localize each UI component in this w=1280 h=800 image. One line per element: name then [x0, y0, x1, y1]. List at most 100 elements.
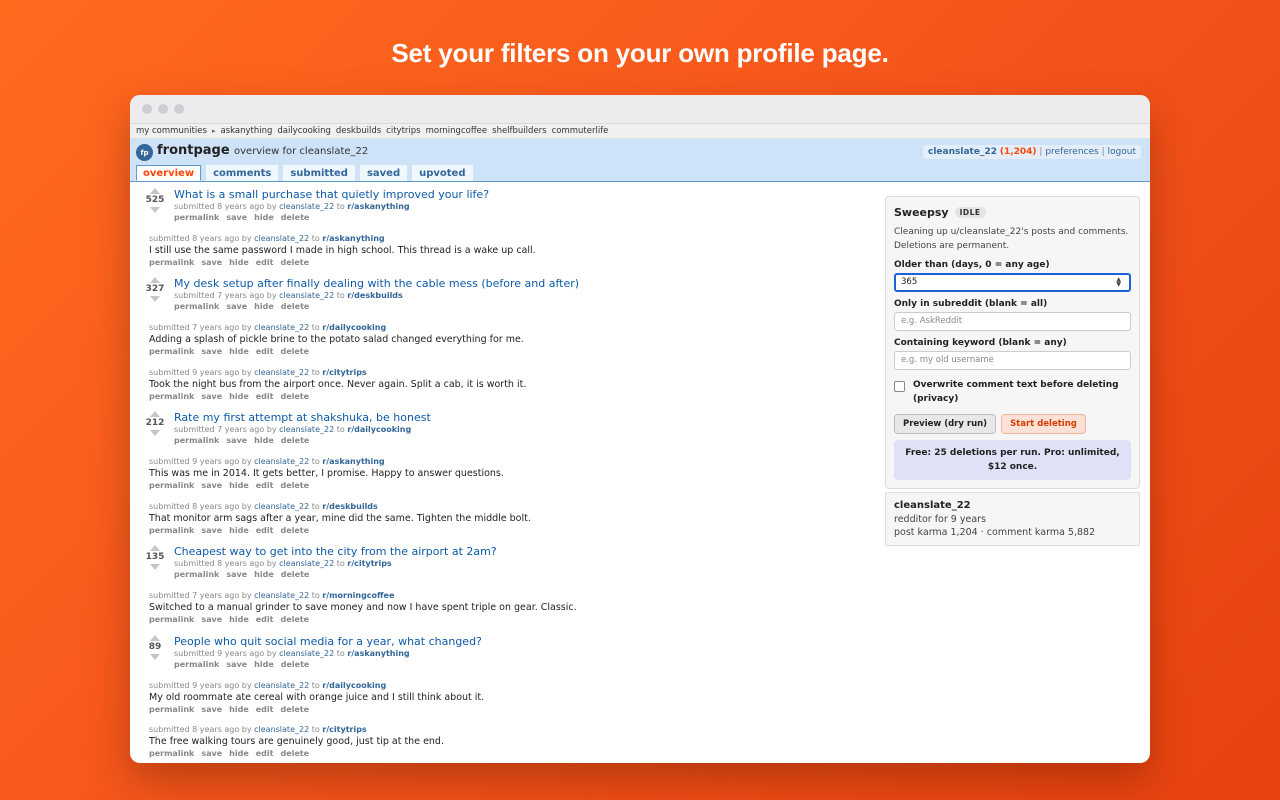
save-button[interactable]: save — [226, 569, 247, 581]
overwrite-checkbox[interactable] — [894, 381, 905, 392]
author-link[interactable]: cleanslate_22 — [279, 291, 334, 300]
window-zoom-button[interactable] — [174, 104, 184, 114]
permalink-button[interactable]: permalink — [149, 480, 194, 492]
tab-upvoted[interactable]: upvoted — [412, 165, 473, 181]
author-link[interactable]: cleanslate_22 — [254, 234, 309, 243]
author-link[interactable]: cleanslate_22 — [254, 323, 309, 332]
permalink-button[interactable]: permalink — [149, 391, 194, 403]
subreddit-link[interactable]: r/askanything — [322, 234, 384, 243]
edit-button[interactable]: edit — [256, 480, 274, 492]
delete-button[interactable]: delete — [281, 212, 310, 224]
upvote-arrow-icon[interactable] — [150, 545, 160, 551]
site-logo-icon[interactable]: fp — [136, 144, 153, 161]
permalink-button[interactable]: permalink — [149, 748, 194, 760]
hide-button[interactable]: hide — [229, 748, 249, 760]
author-link[interactable]: cleanslate_22 — [254, 368, 309, 377]
overwrite-label[interactable]: Overwrite comment text before deleting (… — [913, 378, 1131, 406]
downvote-arrow-icon[interactable] — [150, 564, 160, 570]
author-link[interactable]: cleanslate_22 — [279, 559, 334, 568]
subreddit-filter-input[interactable]: e.g. AskReddit — [894, 312, 1131, 331]
save-button[interactable]: save — [226, 435, 247, 447]
subreddit-link[interactable]: commuterlife — [552, 126, 609, 136]
hide-button[interactable]: hide — [229, 614, 249, 626]
delete-button[interactable]: delete — [281, 301, 310, 313]
tab-submitted[interactable]: submitted — [283, 165, 355, 181]
save-button[interactable]: save — [226, 301, 247, 313]
subreddit-link[interactable]: askanything — [220, 126, 272, 136]
upvote-arrow-icon[interactable] — [150, 188, 160, 194]
save-button[interactable]: save — [201, 391, 222, 403]
edit-button[interactable]: edit — [256, 748, 274, 760]
hide-button[interactable]: hide — [229, 346, 249, 358]
stepper-arrows-icon[interactable]: ▲ ▼ — [1116, 277, 1121, 288]
save-button[interactable]: save — [201, 748, 222, 760]
post-title-link[interactable]: People who quit social media for a year,… — [174, 635, 482, 648]
post-title-link[interactable]: What is a small purchase that quietly im… — [174, 188, 489, 201]
save-button[interactable]: save — [226, 212, 247, 224]
tab-comments[interactable]: comments — [206, 165, 279, 181]
delete-button[interactable]: delete — [281, 569, 310, 581]
subreddit-link[interactable]: r/citytrips — [322, 725, 366, 734]
subreddit-link[interactable]: shelfbuilders — [492, 126, 546, 136]
save-button[interactable]: save — [201, 525, 222, 537]
tab-saved[interactable]: saved — [359, 165, 408, 181]
save-button[interactable]: save — [201, 346, 222, 358]
permalink-button[interactable]: permalink — [174, 301, 219, 313]
subreddit-link[interactable]: r/citytrips — [322, 368, 366, 377]
hide-button[interactable]: hide — [229, 391, 249, 403]
edit-button[interactable]: edit — [256, 346, 274, 358]
author-link[interactable]: cleanslate_22 — [254, 591, 309, 600]
delete-button[interactable]: delete — [280, 614, 309, 626]
hide-button[interactable]: hide — [254, 435, 274, 447]
post-title-link[interactable]: Cheapest way to get into the city from t… — [174, 545, 497, 558]
author-link[interactable]: cleanslate_22 — [279, 649, 334, 658]
post-title-link[interactable]: Rate my first attempt at shakshuka, be h… — [174, 411, 431, 424]
delete-button[interactable]: delete — [280, 704, 309, 716]
permalink-button[interactable]: permalink — [149, 525, 194, 537]
delete-button[interactable]: delete — [280, 525, 309, 537]
delete-button[interactable]: delete — [280, 391, 309, 403]
edit-button[interactable]: edit — [256, 391, 274, 403]
hide-button[interactable]: hide — [254, 301, 274, 313]
permalink-button[interactable]: permalink — [149, 257, 194, 269]
window-minimize-button[interactable] — [158, 104, 168, 114]
subreddit-link[interactable]: deskbuilds — [336, 126, 381, 136]
subreddit-link[interactable]: r/dailycooking — [347, 425, 411, 434]
logout-link[interactable]: logout — [1108, 147, 1136, 157]
tab-overview[interactable]: overview — [136, 165, 202, 181]
save-button[interactable]: save — [201, 614, 222, 626]
edit-button[interactable]: edit — [256, 257, 274, 269]
save-button[interactable]: save — [201, 257, 222, 269]
permalink-button[interactable]: permalink — [174, 659, 219, 671]
upvote-arrow-icon[interactable] — [150, 277, 160, 283]
permalink-button[interactable]: permalink — [174, 569, 219, 581]
subreddit-link[interactable]: r/askanything — [347, 649, 409, 658]
window-close-button[interactable] — [142, 104, 152, 114]
subreddit-link[interactable]: r/dailycooking — [322, 323, 386, 332]
subreddit-link[interactable]: dailycooking — [277, 126, 331, 136]
hide-button[interactable]: hide — [229, 257, 249, 269]
hide-button[interactable]: hide — [229, 480, 249, 492]
save-button[interactable]: save — [201, 704, 222, 716]
author-link[interactable]: cleanslate_22 — [254, 681, 309, 690]
keyword-filter-input[interactable]: e.g. my old username — [894, 351, 1131, 370]
author-link[interactable]: cleanslate_22 — [254, 725, 309, 734]
delete-button[interactable]: delete — [280, 480, 309, 492]
downvote-arrow-icon[interactable] — [150, 296, 160, 302]
hide-button[interactable]: hide — [229, 525, 249, 537]
site-name[interactable]: frontpage — [157, 143, 230, 158]
subreddit-link[interactable]: r/dailycooking — [322, 681, 386, 690]
start-deleting-button[interactable]: Start deleting — [1001, 414, 1086, 434]
permalink-button[interactable]: permalink — [174, 212, 219, 224]
subreddit-link[interactable]: r/askanything — [347, 202, 409, 211]
author-link[interactable]: cleanslate_22 — [254, 457, 309, 466]
edit-button[interactable]: edit — [256, 525, 274, 537]
downvote-arrow-icon[interactable] — [150, 654, 160, 660]
save-button[interactable]: save — [201, 480, 222, 492]
author-link[interactable]: cleanslate_22 — [279, 425, 334, 434]
subreddit-link[interactable]: morningcoffee — [426, 126, 488, 136]
subreddit-link[interactable]: r/morningcoffee — [322, 591, 394, 600]
subreddit-link[interactable]: r/deskbuilds — [322, 502, 378, 511]
edit-button[interactable]: edit — [256, 704, 274, 716]
hide-button[interactable]: hide — [254, 659, 274, 671]
